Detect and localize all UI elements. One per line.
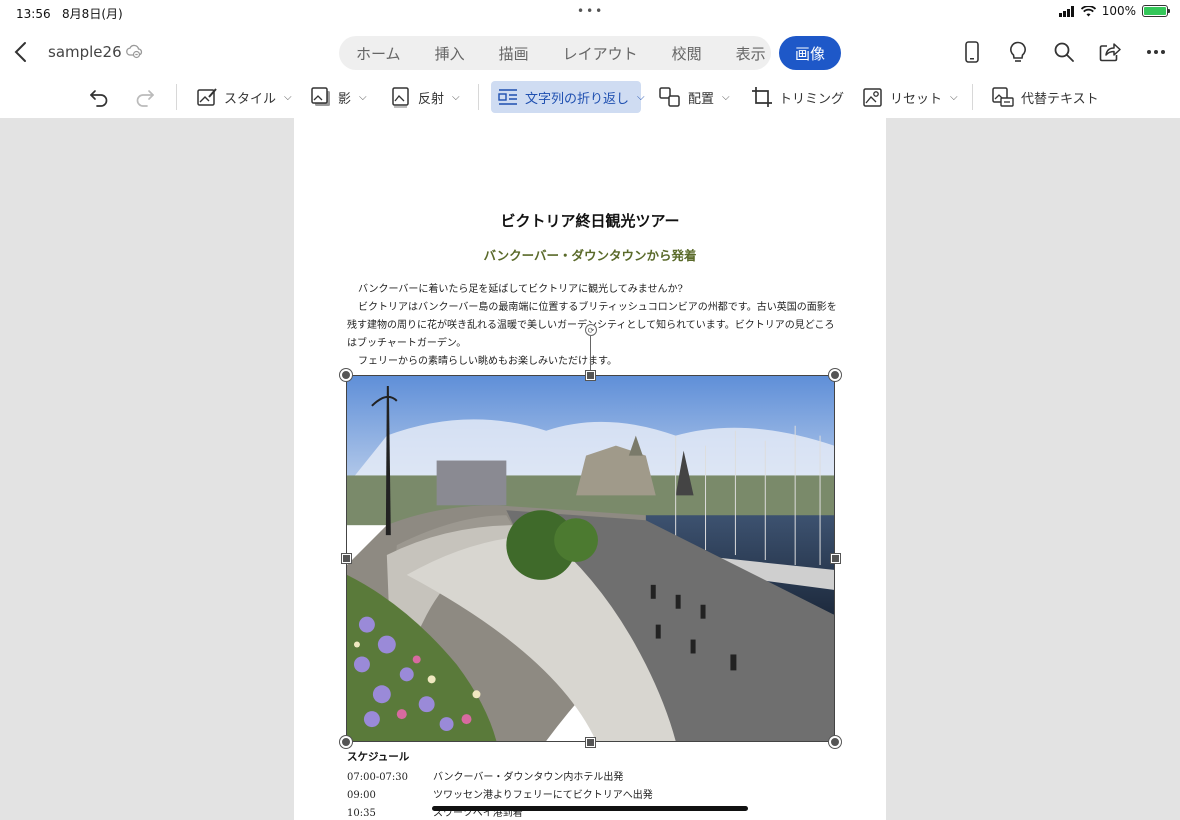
resize-handle-left[interactable]: [342, 554, 351, 563]
search-icon: [1054, 42, 1074, 62]
appbar-actions: [960, 40, 1168, 64]
document-page[interactable]: ビクトリア終日観光ツアー バンクーバー・ダウンタウンから発着 バンクーバーに着い…: [294, 118, 886, 820]
status-right: 100%: [1058, 4, 1170, 18]
resize-handle-top[interactable]: [586, 371, 595, 380]
chevron-down-icon: ⌵: [452, 91, 460, 103]
reflection-label: 反射: [418, 91, 445, 107]
document-canvas[interactable]: ビクトリア終日観光ツアー バンクーバー・ダウンタウンから発着 バンクーバーに着い…: [0, 118, 1180, 820]
position-label: 配置: [688, 91, 715, 107]
share-icon: [1099, 43, 1121, 62]
shadow-label: 影: [338, 91, 352, 107]
more-dots-icon: [1147, 50, 1165, 54]
ribbon-divider: [972, 84, 973, 110]
picture-ribbon: スタイル ⌵ 影 ⌵ 反射 ⌵ 文字列の折り返し ⌵ 配置 ⌵ トリミング リセット ⌵ 代…: [0, 78, 1180, 116]
reflection-icon: [392, 87, 409, 108]
tab-view[interactable]: 表示: [719, 43, 783, 64]
home-indicator[interactable]: [432, 806, 748, 811]
redo-icon: [136, 90, 154, 107]
resize-handle-bottom-right[interactable]: [829, 736, 841, 748]
rotate-handle-stem: [590, 336, 591, 372]
status-time: 13:56 8月8日(月): [16, 7, 123, 21]
wrap-text-label: 文字列の折り返し: [525, 91, 630, 107]
share-button[interactable]: [1098, 40, 1122, 64]
cloud-sync-icon[interactable]: [125, 42, 143, 60]
arrange-icon: [659, 87, 680, 107]
schedule-desc: バンクーバー・ダウンタウン内ホテル出発: [433, 772, 624, 783]
wifi-icon: [1080, 5, 1096, 16]
schedule-time: 07:00-07:30: [347, 772, 409, 783]
tab-review[interactable]: 校閲: [655, 43, 719, 64]
resize-handle-top-left[interactable]: [340, 369, 352, 381]
chevron-down-icon: ⌵: [950, 91, 958, 103]
app-bar: sample26 ホーム 挿入 描画 レイアウト 校閲 表示 画像: [0, 28, 1180, 76]
reset-picture-icon: [863, 88, 882, 107]
redo-button[interactable]: [134, 81, 156, 113]
ribbon-tabs: ホーム 挿入 描画 レイアウト 校閲 表示: [339, 36, 771, 70]
document-title[interactable]: sample26: [48, 43, 122, 61]
tab-picture[interactable]: 画像: [779, 36, 841, 70]
ribbon-divider: [176, 84, 177, 110]
phone-icon: [965, 41, 979, 63]
resize-handle-right[interactable]: [831, 554, 840, 563]
cellular-signal-icon: [1058, 5, 1074, 17]
search-button[interactable]: [1052, 40, 1076, 64]
more-button[interactable]: [1144, 40, 1168, 64]
reset-picture-label: リセット: [890, 91, 943, 107]
selected-picture[interactable]: [346, 375, 835, 742]
picture-style-icon: [197, 88, 217, 106]
chevron-left-icon: [14, 42, 26, 62]
harbor-photo: [347, 376, 834, 741]
position-button[interactable]: 配置 ⌵: [658, 81, 730, 113]
back-button[interactable]: [10, 40, 32, 64]
paragraph: バンクーバーに着いたら足を延ばしてビクトリアに観光してみませんか?: [358, 284, 683, 295]
paragraph: フェリーからの素晴らしい眺めもお楽しみいただけます。: [358, 356, 617, 367]
alt-text-icon: [992, 87, 1014, 107]
ribbon-divider: [478, 84, 479, 110]
resize-handle-bottom-left[interactable]: [340, 736, 352, 748]
shadow-icon: [311, 87, 330, 106]
wrap-text-button[interactable]: 文字列の折り返し ⌵: [491, 81, 645, 113]
battery-icon: [1142, 5, 1170, 17]
schedule-row: 07:00-07:30 バンクーバー・ダウンタウン内ホテル出発: [347, 768, 623, 783]
tab-draw[interactable]: 描画: [482, 43, 546, 64]
picture-style-button[interactable]: スタイル ⌵: [196, 81, 292, 113]
mobile-view-button[interactable]: [960, 40, 984, 64]
battery-percent: 100%: [1101, 4, 1136, 18]
schedule-desc: ツワッセン港よりフェリーにてビクトリアへ出発: [433, 790, 653, 801]
reflection-button[interactable]: 反射 ⌵: [390, 81, 460, 113]
picture-style-label: スタイル: [224, 91, 277, 107]
shadow-button[interactable]: 影 ⌵: [310, 81, 367, 113]
ideas-button[interactable]: [1006, 40, 1030, 64]
alt-text-button[interactable]: 代替テキスト: [991, 81, 1099, 113]
crop-icon: [752, 87, 772, 107]
undo-icon: [90, 90, 108, 107]
tab-layout[interactable]: レイアウト: [546, 43, 655, 64]
alt-text-label: 代替テキスト: [1021, 91, 1099, 107]
schedule-row: 09:00 ツワッセン港よりフェリーにてビクトリアへ出発: [347, 786, 653, 801]
schedule-time: 09:00: [347, 790, 376, 801]
chevron-down-icon: ⌵: [722, 91, 730, 103]
resize-handle-top-right[interactable]: [829, 369, 841, 381]
multitasking-dots-icon[interactable]: •••: [577, 4, 604, 18]
tab-home[interactable]: ホーム: [339, 43, 418, 64]
crop-button[interactable]: トリミング: [751, 81, 844, 113]
chevron-down-icon: ⌵: [284, 91, 292, 103]
schedule-time: 10:35: [347, 808, 376, 819]
undo-button[interactable]: [88, 81, 110, 113]
rotate-handle[interactable]: ⟳: [585, 324, 597, 336]
wrap-text-icon: [498, 89, 517, 105]
chevron-down-icon: ⌵: [359, 91, 367, 103]
status-bar: 13:56 8月8日(月) ••• 100%: [0, 0, 1180, 24]
chevron-down-icon: ⌵: [637, 91, 645, 103]
reset-picture-button[interactable]: リセット ⌵: [862, 81, 958, 113]
resize-handle-bottom[interactable]: [586, 738, 595, 747]
document-heading: ビクトリア終日観光ツアー: [500, 212, 680, 230]
lightbulb-icon: [1010, 41, 1026, 62]
document-subheading: バンクーバー・ダウンタウンから発着: [483, 248, 697, 263]
crop-label: トリミング: [779, 91, 845, 107]
schedule-heading: スケジュール: [347, 751, 410, 763]
tab-insert[interactable]: 挿入: [418, 43, 482, 64]
